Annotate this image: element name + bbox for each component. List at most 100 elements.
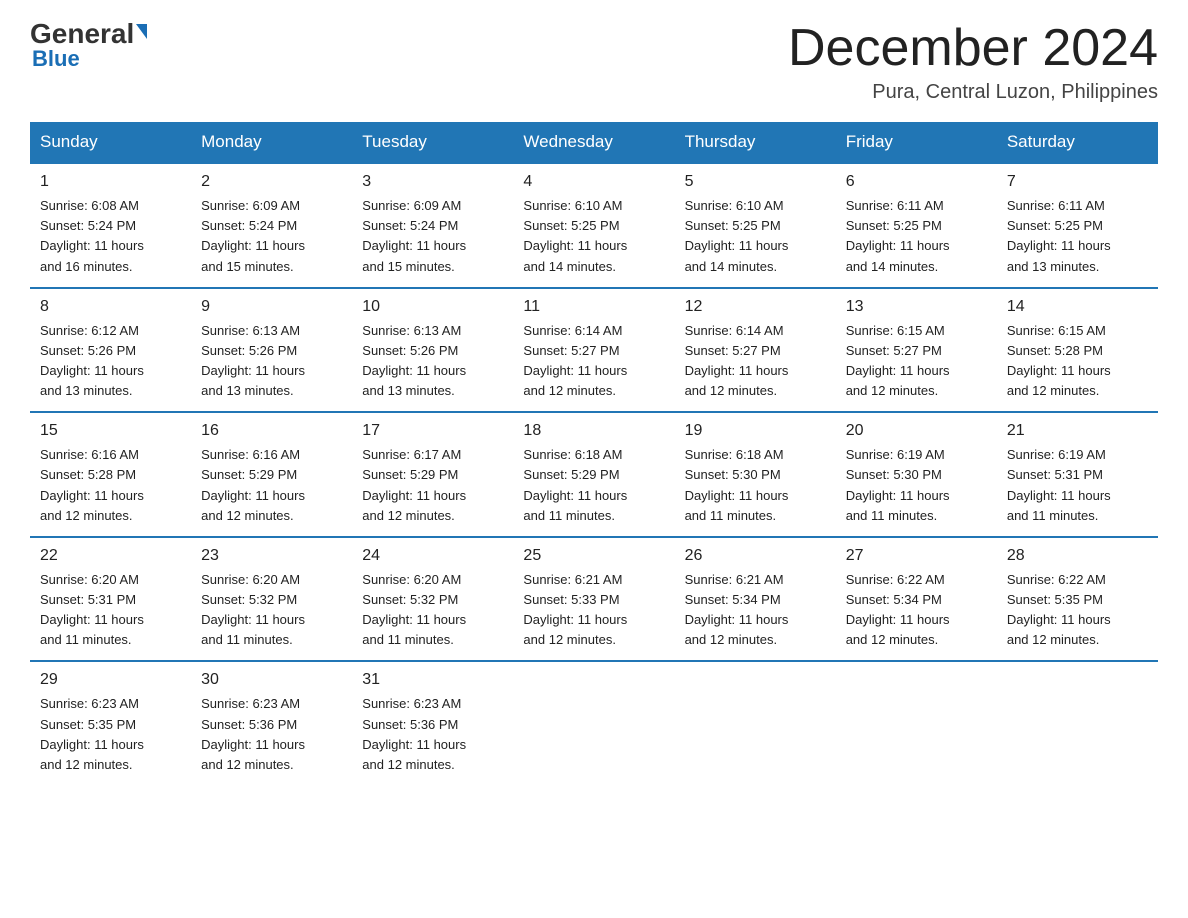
day-number: 17 — [362, 419, 503, 443]
week-row-5: 29Sunrise: 6:23 AMSunset: 5:35 PMDayligh… — [30, 661, 1158, 785]
day-info: Sunrise: 6:11 AMSunset: 5:25 PMDaylight:… — [846, 196, 987, 277]
day-info: Sunrise: 6:10 AMSunset: 5:25 PMDaylight:… — [685, 196, 826, 277]
month-title: December 2024 — [788, 20, 1158, 77]
day-cell — [836, 661, 997, 785]
day-cell: 5Sunrise: 6:10 AMSunset: 5:25 PMDaylight… — [675, 163, 836, 288]
day-number: 30 — [201, 668, 342, 692]
day-cell: 25Sunrise: 6:21 AMSunset: 5:33 PMDayligh… — [513, 537, 674, 662]
day-info: Sunrise: 6:11 AMSunset: 5:25 PMDaylight:… — [1007, 196, 1148, 277]
day-info: Sunrise: 6:18 AMSunset: 5:30 PMDaylight:… — [685, 445, 826, 526]
day-cell: 12Sunrise: 6:14 AMSunset: 5:27 PMDayligh… — [675, 288, 836, 413]
day-info: Sunrise: 6:22 AMSunset: 5:35 PMDaylight:… — [1007, 570, 1148, 651]
calendar-table: SundayMondayTuesdayWednesdayThursdayFrid… — [30, 122, 1158, 785]
day-info: Sunrise: 6:15 AMSunset: 5:28 PMDaylight:… — [1007, 321, 1148, 402]
day-number: 7 — [1007, 170, 1148, 194]
day-cell: 13Sunrise: 6:15 AMSunset: 5:27 PMDayligh… — [836, 288, 997, 413]
week-row-1: 1Sunrise: 6:08 AMSunset: 5:24 PMDaylight… — [30, 163, 1158, 288]
day-cell: 7Sunrise: 6:11 AMSunset: 5:25 PMDaylight… — [997, 163, 1158, 288]
day-cell: 6Sunrise: 6:11 AMSunset: 5:25 PMDaylight… — [836, 163, 997, 288]
day-number: 16 — [201, 419, 342, 443]
day-cell: 24Sunrise: 6:20 AMSunset: 5:32 PMDayligh… — [352, 537, 513, 662]
title-area: December 2024 Pura, Central Luzon, Phili… — [788, 20, 1158, 104]
col-header-friday: Friday — [836, 122, 997, 163]
logo-blue: Blue — [32, 46, 80, 72]
day-number: 25 — [523, 544, 664, 568]
col-header-thursday: Thursday — [675, 122, 836, 163]
day-cell — [675, 661, 836, 785]
logo-text: General — [30, 20, 147, 48]
day-number: 10 — [362, 295, 503, 319]
day-number: 21 — [1007, 419, 1148, 443]
day-number: 22 — [40, 544, 181, 568]
page-header: General Blue December 2024 Pura, Central… — [30, 20, 1158, 104]
day-number: 9 — [201, 295, 342, 319]
day-info: Sunrise: 6:14 AMSunset: 5:27 PMDaylight:… — [523, 321, 664, 402]
day-cell: 23Sunrise: 6:20 AMSunset: 5:32 PMDayligh… — [191, 537, 352, 662]
day-info: Sunrise: 6:19 AMSunset: 5:31 PMDaylight:… — [1007, 445, 1148, 526]
day-info: Sunrise: 6:09 AMSunset: 5:24 PMDaylight:… — [362, 196, 503, 277]
day-cell: 21Sunrise: 6:19 AMSunset: 5:31 PMDayligh… — [997, 412, 1158, 537]
day-cell: 8Sunrise: 6:12 AMSunset: 5:26 PMDaylight… — [30, 288, 191, 413]
day-number: 15 — [40, 419, 181, 443]
day-info: Sunrise: 6:20 AMSunset: 5:32 PMDaylight:… — [201, 570, 342, 651]
col-header-sunday: Sunday — [30, 122, 191, 163]
day-cell: 4Sunrise: 6:10 AMSunset: 5:25 PMDaylight… — [513, 163, 674, 288]
day-info: Sunrise: 6:20 AMSunset: 5:32 PMDaylight:… — [362, 570, 503, 651]
day-number: 20 — [846, 419, 987, 443]
col-header-saturday: Saturday — [997, 122, 1158, 163]
day-info: Sunrise: 6:23 AMSunset: 5:35 PMDaylight:… — [40, 694, 181, 775]
day-cell: 29Sunrise: 6:23 AMSunset: 5:35 PMDayligh… — [30, 661, 191, 785]
day-info: Sunrise: 6:16 AMSunset: 5:28 PMDaylight:… — [40, 445, 181, 526]
day-cell: 27Sunrise: 6:22 AMSunset: 5:34 PMDayligh… — [836, 537, 997, 662]
calendar-header-row: SundayMondayTuesdayWednesdayThursdayFrid… — [30, 122, 1158, 163]
day-number: 11 — [523, 295, 664, 319]
day-cell — [997, 661, 1158, 785]
day-cell: 14Sunrise: 6:15 AMSunset: 5:28 PMDayligh… — [997, 288, 1158, 413]
day-cell: 17Sunrise: 6:17 AMSunset: 5:29 PMDayligh… — [352, 412, 513, 537]
day-info: Sunrise: 6:12 AMSunset: 5:26 PMDaylight:… — [40, 321, 181, 402]
day-cell: 28Sunrise: 6:22 AMSunset: 5:35 PMDayligh… — [997, 537, 1158, 662]
day-number: 31 — [362, 668, 503, 692]
col-header-wednesday: Wednesday — [513, 122, 674, 163]
day-number: 19 — [685, 419, 826, 443]
logo: General Blue — [30, 20, 147, 72]
day-info: Sunrise: 6:17 AMSunset: 5:29 PMDaylight:… — [362, 445, 503, 526]
day-cell — [513, 661, 674, 785]
day-number: 14 — [1007, 295, 1148, 319]
day-info: Sunrise: 6:10 AMSunset: 5:25 PMDaylight:… — [523, 196, 664, 277]
day-info: Sunrise: 6:08 AMSunset: 5:24 PMDaylight:… — [40, 196, 181, 277]
week-row-2: 8Sunrise: 6:12 AMSunset: 5:26 PMDaylight… — [30, 288, 1158, 413]
day-info: Sunrise: 6:16 AMSunset: 5:29 PMDaylight:… — [201, 445, 342, 526]
logo-general: General — [30, 18, 134, 49]
day-cell: 19Sunrise: 6:18 AMSunset: 5:30 PMDayligh… — [675, 412, 836, 537]
logo-arrow-icon — [136, 24, 147, 39]
day-cell: 30Sunrise: 6:23 AMSunset: 5:36 PMDayligh… — [191, 661, 352, 785]
day-info: Sunrise: 6:13 AMSunset: 5:26 PMDaylight:… — [362, 321, 503, 402]
day-info: Sunrise: 6:14 AMSunset: 5:27 PMDaylight:… — [685, 321, 826, 402]
day-number: 13 — [846, 295, 987, 319]
day-cell: 3Sunrise: 6:09 AMSunset: 5:24 PMDaylight… — [352, 163, 513, 288]
day-number: 12 — [685, 295, 826, 319]
day-cell: 31Sunrise: 6:23 AMSunset: 5:36 PMDayligh… — [352, 661, 513, 785]
day-info: Sunrise: 6:13 AMSunset: 5:26 PMDaylight:… — [201, 321, 342, 402]
day-info: Sunrise: 6:19 AMSunset: 5:30 PMDaylight:… — [846, 445, 987, 526]
day-number: 2 — [201, 170, 342, 194]
week-row-4: 22Sunrise: 6:20 AMSunset: 5:31 PMDayligh… — [30, 537, 1158, 662]
day-number: 24 — [362, 544, 503, 568]
day-cell: 16Sunrise: 6:16 AMSunset: 5:29 PMDayligh… — [191, 412, 352, 537]
day-info: Sunrise: 6:09 AMSunset: 5:24 PMDaylight:… — [201, 196, 342, 277]
day-number: 6 — [846, 170, 987, 194]
day-cell: 2Sunrise: 6:09 AMSunset: 5:24 PMDaylight… — [191, 163, 352, 288]
col-header-monday: Monday — [191, 122, 352, 163]
day-number: 23 — [201, 544, 342, 568]
day-number: 3 — [362, 170, 503, 194]
day-info: Sunrise: 6:18 AMSunset: 5:29 PMDaylight:… — [523, 445, 664, 526]
day-cell: 20Sunrise: 6:19 AMSunset: 5:30 PMDayligh… — [836, 412, 997, 537]
day-info: Sunrise: 6:20 AMSunset: 5:31 PMDaylight:… — [40, 570, 181, 651]
day-info: Sunrise: 6:21 AMSunset: 5:34 PMDaylight:… — [685, 570, 826, 651]
day-cell: 9Sunrise: 6:13 AMSunset: 5:26 PMDaylight… — [191, 288, 352, 413]
day-number: 8 — [40, 295, 181, 319]
location: Pura, Central Luzon, Philippines — [788, 81, 1158, 104]
day-cell: 15Sunrise: 6:16 AMSunset: 5:28 PMDayligh… — [30, 412, 191, 537]
day-cell: 11Sunrise: 6:14 AMSunset: 5:27 PMDayligh… — [513, 288, 674, 413]
